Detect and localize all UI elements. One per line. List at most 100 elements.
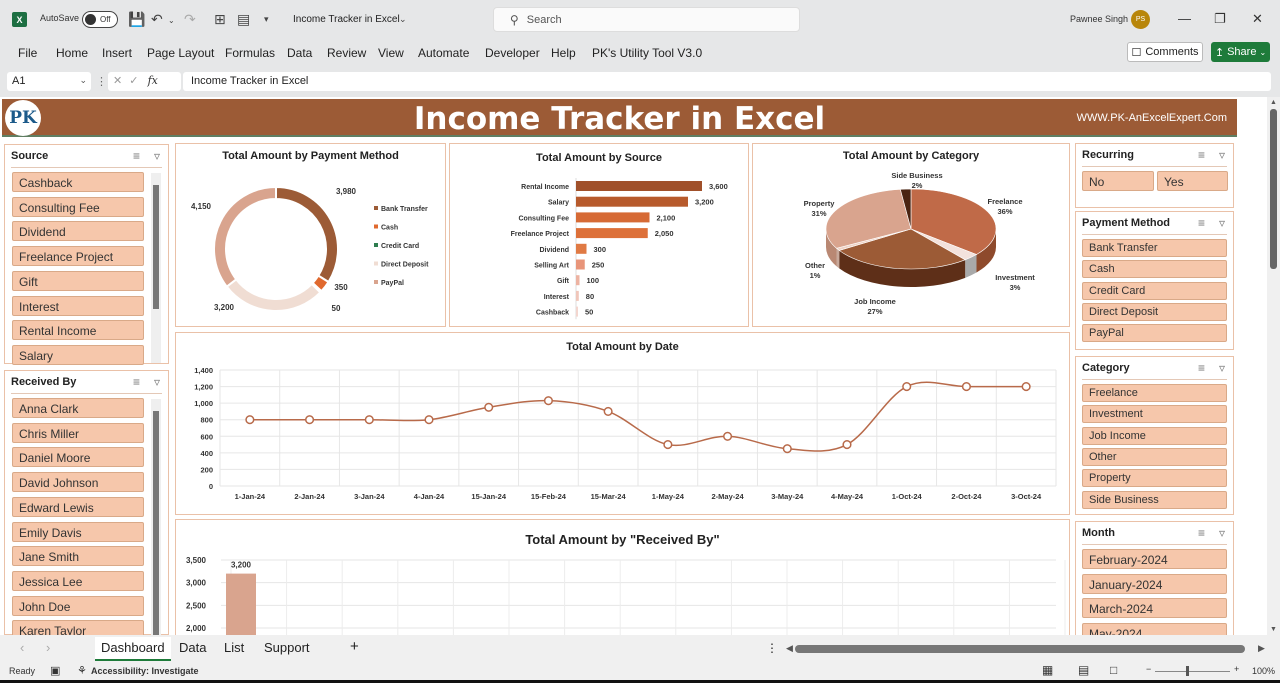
- accessibility-status[interactable]: Accessibility: Investigate: [91, 666, 199, 676]
- scroll-right-icon[interactable]: ▶: [1258, 643, 1265, 654]
- search-box[interactable]: ⚲ Search: [493, 7, 800, 32]
- clear-filter-icon[interactable]: ▿: [1219, 216, 1225, 230]
- multi-select-icon[interactable]: ≡: [133, 375, 140, 389]
- menu-view[interactable]: View: [378, 46, 404, 60]
- cancel-icon[interactable]: ✕: [113, 75, 122, 87]
- tab-data[interactable]: Data: [179, 640, 206, 655]
- zoom-out-icon[interactable]: −: [1146, 664, 1151, 674]
- name-box-dropdown-icon[interactable]: ⌄: [79, 75, 87, 86]
- slicer-item[interactable]: PayPal: [1082, 324, 1227, 343]
- slicer-item[interactable]: No: [1082, 171, 1154, 191]
- slicer-item[interactable]: Anna Clark: [12, 398, 144, 418]
- menu-help[interactable]: Help: [551, 46, 576, 60]
- slicer-item[interactable]: May-2024: [1082, 623, 1227, 635]
- menu-page-layout[interactable]: Page Layout: [147, 46, 214, 60]
- avatar[interactable]: PS: [1131, 10, 1150, 29]
- accessibility-icon[interactable]: ⚘: [77, 664, 87, 677]
- slicer-item[interactable]: Daniel Moore: [12, 447, 144, 468]
- zoom-slider-thumb[interactable]: [1186, 666, 1189, 676]
- multi-select-icon[interactable]: ≡: [1198, 361, 1205, 375]
- scroll-down-icon[interactable]: ▼: [1270, 626, 1277, 633]
- menu-home[interactable]: Home: [56, 46, 88, 60]
- more-options-icon[interactable]: ⋮: [96, 75, 107, 88]
- close-icon[interactable]: ✕: [1252, 11, 1263, 27]
- next-sheet-icon[interactable]: ›: [46, 640, 50, 655]
- slicer-item[interactable]: Property: [1082, 469, 1227, 488]
- autosave-toggle[interactable]: Off: [82, 11, 118, 28]
- slicer-item[interactable]: Gift: [12, 270, 144, 291]
- macro-record-icon[interactable]: ▣: [50, 664, 60, 677]
- slicer-item[interactable]: Credit Card: [1082, 281, 1227, 300]
- tab-list[interactable]: List: [224, 640, 244, 655]
- menu-pk-utility[interactable]: PK's Utility Tool V3.0: [592, 46, 702, 60]
- clear-filter-icon[interactable]: ▿: [1219, 526, 1225, 540]
- undo-dropdown-icon[interactable]: ⌄: [168, 16, 175, 25]
- slicer-item[interactable]: Jane Smith: [12, 546, 144, 567]
- slicer-item[interactable]: Other: [1082, 447, 1227, 466]
- add-sheet-icon[interactable]: +: [350, 638, 359, 655]
- slicer-item[interactable]: Emily Davis: [12, 521, 144, 542]
- tab-split-handle-icon[interactable]: ⋮: [766, 641, 778, 655]
- clear-filter-icon[interactable]: ▿: [1219, 361, 1225, 375]
- zoom-slider[interactable]: [1155, 671, 1230, 672]
- slicer-item[interactable]: Direct Deposit: [1082, 302, 1227, 321]
- slicer-item[interactable]: Cash: [1082, 260, 1227, 279]
- slicer-item[interactable]: John Doe: [12, 595, 144, 616]
- zoom-in-icon[interactable]: +: [1234, 664, 1239, 674]
- slicer-item[interactable]: February-2024: [1082, 549, 1227, 569]
- slicer-item[interactable]: Interest: [12, 295, 144, 316]
- restore-icon[interactable]: ❐: [1214, 11, 1226, 27]
- slicer-item[interactable]: Yes: [1157, 171, 1228, 191]
- comments-button[interactable]: ☐ Comments: [1127, 42, 1203, 62]
- picture-icon[interactable]: ▤: [237, 11, 250, 28]
- customize-qat-icon[interactable]: ▾: [264, 14, 269, 25]
- slicer-item[interactable]: Freelance: [1082, 384, 1227, 402]
- prev-sheet-icon[interactable]: ‹: [20, 640, 24, 655]
- minimize-icon[interactable]: —: [1178, 11, 1191, 26]
- clear-filter-icon[interactable]: ▿: [154, 375, 160, 389]
- clear-filter-icon[interactable]: ▿: [1219, 148, 1225, 162]
- redo-icon[interactable]: ↷: [184, 11, 196, 28]
- slicer-item[interactable]: Edward Lewis: [12, 496, 144, 517]
- slicer-item[interactable]: Bank Transfer: [1082, 239, 1227, 257]
- document-title[interactable]: Income Tracker in Excel: [293, 14, 400, 25]
- slicer-item[interactable]: David Johnson: [12, 472, 144, 493]
- insert-function-icon[interactable]: fx: [148, 74, 158, 87]
- slicer-item[interactable]: Karen Taylor: [12, 620, 144, 635]
- slicer-item[interactable]: Side Business: [1082, 490, 1227, 509]
- horizontal-scrollbar[interactable]: [795, 645, 1245, 653]
- name-box[interactable]: A1 ⌄: [7, 72, 91, 91]
- share-button[interactable]: ↥ Share ⌄: [1211, 42, 1270, 62]
- formula-input[interactable]: Income Tracker in Excel: [183, 72, 1271, 91]
- menu-formulas[interactable]: Formulas: [225, 46, 275, 60]
- undo-icon[interactable]: ↶: [151, 11, 163, 28]
- normal-view-icon[interactable]: ▦: [1042, 663, 1053, 677]
- tab-dashboard[interactable]: Dashboard: [95, 637, 171, 661]
- slicer-item[interactable]: Consulting Fee: [12, 196, 144, 217]
- slicer-item[interactable]: Cashback: [12, 172, 144, 192]
- borders-icon[interactable]: ⊞: [214, 11, 226, 28]
- multi-select-icon[interactable]: ≡: [1198, 148, 1205, 162]
- page-layout-view-icon[interactable]: ▤: [1078, 663, 1089, 677]
- slicer-item[interactable]: Investment: [1082, 405, 1227, 424]
- slicer-item[interactable]: Chris Miller: [12, 422, 144, 443]
- tab-support[interactable]: Support: [264, 640, 310, 655]
- clear-filter-icon[interactable]: ▿: [154, 149, 160, 163]
- slicer-item[interactable]: January-2024: [1082, 573, 1227, 594]
- scroll-up-icon[interactable]: ▲: [1270, 99, 1277, 106]
- menu-developer[interactable]: Developer: [485, 46, 540, 60]
- slicer-item[interactable]: Jessica Lee: [12, 570, 144, 591]
- zoom-level[interactable]: 100%: [1252, 666, 1275, 676]
- menu-insert[interactable]: Insert: [102, 46, 132, 60]
- multi-select-icon[interactable]: ≡: [1198, 526, 1205, 540]
- slicer-item[interactable]: March-2024: [1082, 598, 1227, 619]
- slicer-item[interactable]: Freelance Project: [12, 246, 144, 267]
- save-icon[interactable]: 💾: [128, 11, 145, 28]
- multi-select-icon[interactable]: ≡: [1198, 216, 1205, 230]
- scroll-left-icon[interactable]: ◀: [786, 643, 793, 654]
- scrollbar-thumb[interactable]: [1270, 109, 1277, 269]
- multi-select-icon[interactable]: ≡: [133, 149, 140, 163]
- menu-review[interactable]: Review: [327, 46, 366, 60]
- slicer-item[interactable]: Rental Income: [12, 320, 144, 341]
- menu-file[interactable]: File: [18, 46, 37, 60]
